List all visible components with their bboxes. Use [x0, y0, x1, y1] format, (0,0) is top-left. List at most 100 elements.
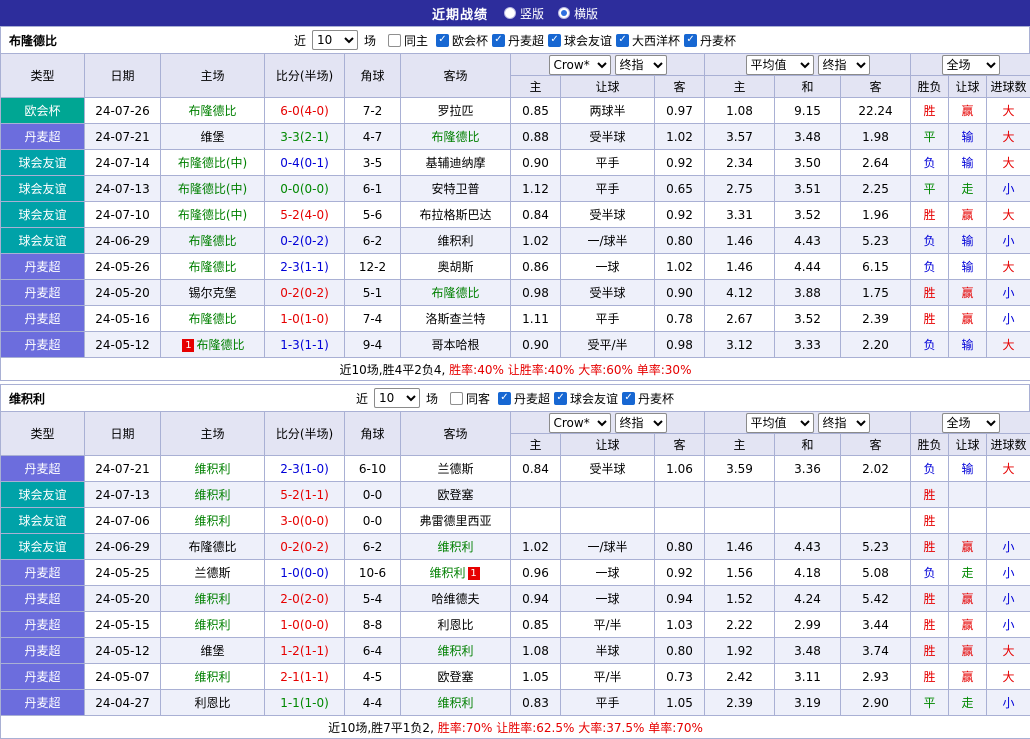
league-filter-2[interactable]: ✓球会友谊: [548, 32, 612, 49]
team-link[interactable]: 洛斯查兰特: [425, 312, 485, 326]
scope-select[interactable]: 全场: [942, 55, 1000, 75]
odds-time-select[interactable]: 终指: [615, 413, 667, 433]
scope-select[interactable]: 全场: [942, 413, 1000, 433]
league-filter-3[interactable]: ✓大西洋杯: [616, 32, 680, 49]
avg-time-select[interactable]: 终指: [818, 55, 870, 75]
corners: 7-2: [345, 98, 401, 124]
same-venue-checkbox[interactable]: 同主: [388, 32, 428, 49]
result-handicap: 输: [949, 254, 987, 280]
summary-segment: 胜率:40%: [449, 363, 504, 377]
team-link[interactable]: 兰德斯: [437, 462, 473, 476]
team-link[interactable]: 哥本哈根: [431, 338, 479, 352]
avg-source-select[interactable]: 平均值: [746, 413, 814, 433]
team-link[interactable]: 布隆德比: [188, 234, 236, 248]
filter-controls: 近10场同主✓欧会杯✓丹麦超✓球会友谊✓大西洋杯✓丹麦杯: [294, 30, 736, 50]
league-badge: 球会友谊: [1, 202, 85, 228]
team-link[interactable]: 锡尔克堡: [188, 286, 236, 300]
team-link[interactable]: 布隆德比(中): [178, 156, 247, 170]
team-link[interactable]: 安特卫普: [431, 182, 479, 196]
corners: 0-0: [345, 508, 401, 534]
odds-handicap: 一/球半: [561, 534, 655, 560]
result-handicap: 走: [949, 176, 987, 202]
league-badge: 丹麦超: [1, 664, 85, 690]
team-link[interactable]: 哈维德夫: [431, 592, 479, 606]
team-link[interactable]: 利恩比: [194, 696, 230, 710]
league-filter-1[interactable]: ✓丹麦超: [492, 32, 544, 49]
same-venue-checkbox-label: 同主: [404, 32, 428, 49]
odds-home: 0.94: [511, 586, 561, 612]
team-link[interactable]: 兰德斯: [194, 566, 230, 580]
odds-home: 1.08: [511, 638, 561, 664]
team-link[interactable]: 维积利: [437, 696, 473, 710]
team-link[interactable]: 布隆德比: [431, 286, 479, 300]
layout-radio-0[interactable]: 竖版: [504, 5, 544, 22]
recent-count-select[interactable]: 10: [374, 388, 420, 408]
summary-segment: 大率:60%: [574, 363, 633, 377]
team-link[interactable]: 维积利: [194, 488, 230, 502]
team-link[interactable]: 维积利: [437, 540, 473, 554]
corners: 4-5: [345, 664, 401, 690]
team-link[interactable]: 维堡: [200, 130, 224, 144]
same-venue-checkbox[interactable]: 同客: [450, 390, 490, 407]
score: 2-3(1-1): [265, 254, 345, 280]
avg-home: 1.52: [705, 586, 775, 612]
score: 0-4(0-1): [265, 150, 345, 176]
team-link[interactable]: 维积利: [429, 566, 465, 580]
team-link[interactable]: 维积利: [437, 234, 473, 248]
league-badge: 丹麦超: [1, 586, 85, 612]
odds-source-select[interactable]: Crow*: [549, 55, 611, 75]
team-link[interactable]: 维积利: [194, 592, 230, 606]
team-link[interactable]: 罗拉匹: [437, 104, 473, 118]
avg-time-select[interactable]: 终指: [818, 413, 870, 433]
team-link[interactable]: 布隆德比: [188, 540, 236, 554]
league-badge: 球会友谊: [1, 176, 85, 202]
team-link[interactable]: 布隆德比: [188, 104, 236, 118]
team-link[interactable]: 利恩比: [437, 618, 473, 632]
team-link[interactable]: 欧登塞: [437, 670, 473, 684]
layout-radio-1[interactable]: 横版: [558, 5, 598, 22]
recent-count-select[interactable]: 10: [312, 30, 358, 50]
result-goals: 小: [987, 280, 1030, 306]
team-link[interactable]: 布隆德比(中): [178, 208, 247, 222]
team-link[interactable]: 维积利: [194, 670, 230, 684]
league-filter-0[interactable]: ✓欧会杯: [436, 32, 488, 49]
team-link[interactable]: 维积利: [437, 644, 473, 658]
league-filter-0[interactable]: ✓丹麦超: [498, 390, 550, 407]
team-link[interactable]: 欧登塞: [437, 488, 473, 502]
match-date: 24-05-20: [85, 586, 161, 612]
result-handicap: 赢: [949, 280, 987, 306]
checkbox-icon: ✓: [684, 34, 697, 47]
team-link[interactable]: 维堡: [200, 644, 224, 658]
league-filter-1[interactable]: ✓球会友谊: [554, 390, 618, 407]
team-link[interactable]: 布拉格斯巴达: [419, 208, 491, 222]
avg-source-select[interactable]: 平均值: [746, 55, 814, 75]
odds-handicap: 一球: [561, 560, 655, 586]
team-link[interactable]: 弗雷德里西亚: [419, 514, 491, 528]
odds-time-select[interactable]: 终指: [615, 55, 667, 75]
odds-handicap: 两球半: [561, 98, 655, 124]
team-link[interactable]: 布隆德比: [188, 312, 236, 326]
league-filter-4[interactable]: ✓丹麦杯: [684, 32, 736, 49]
odds-home: 0.88: [511, 124, 561, 150]
team-link[interactable]: 布隆德比: [196, 338, 244, 352]
avg-draw: 2.99: [775, 612, 841, 638]
avg-away: 2.20: [841, 332, 911, 358]
team-link[interactable]: 基辅迪纳摩: [425, 156, 485, 170]
team-link[interactable]: 奥胡斯: [437, 260, 473, 274]
match-date: 24-05-07: [85, 664, 161, 690]
league-filter-2[interactable]: ✓丹麦杯: [622, 390, 674, 407]
same-venue-checkbox-label: 同客: [466, 390, 490, 407]
odds-source-select[interactable]: Crow*: [549, 413, 611, 433]
results-table: 类型日期主场比分(半场)角球客场Crow*终指平均值终指全场主让球客主和客胜负让…: [0, 53, 1030, 381]
home-team: 布隆德比(中): [161, 150, 265, 176]
league-badge: 丹麦超: [1, 332, 85, 358]
team-link[interactable]: 布隆德比: [188, 260, 236, 274]
sections-container: 布隆德比近10场同主✓欧会杯✓丹麦超✓球会友谊✓大西洋杯✓丹麦杯类型日期主场比分…: [0, 26, 1030, 739]
recent-label: 近: [294, 32, 306, 49]
home-team: 维积利: [161, 612, 265, 638]
team-link[interactable]: 维积利: [194, 462, 230, 476]
team-link[interactable]: 维积利: [194, 514, 230, 528]
team-link[interactable]: 布隆德比(中): [178, 182, 247, 196]
team-link[interactable]: 布隆德比: [431, 130, 479, 144]
team-link[interactable]: 维积利: [194, 618, 230, 632]
